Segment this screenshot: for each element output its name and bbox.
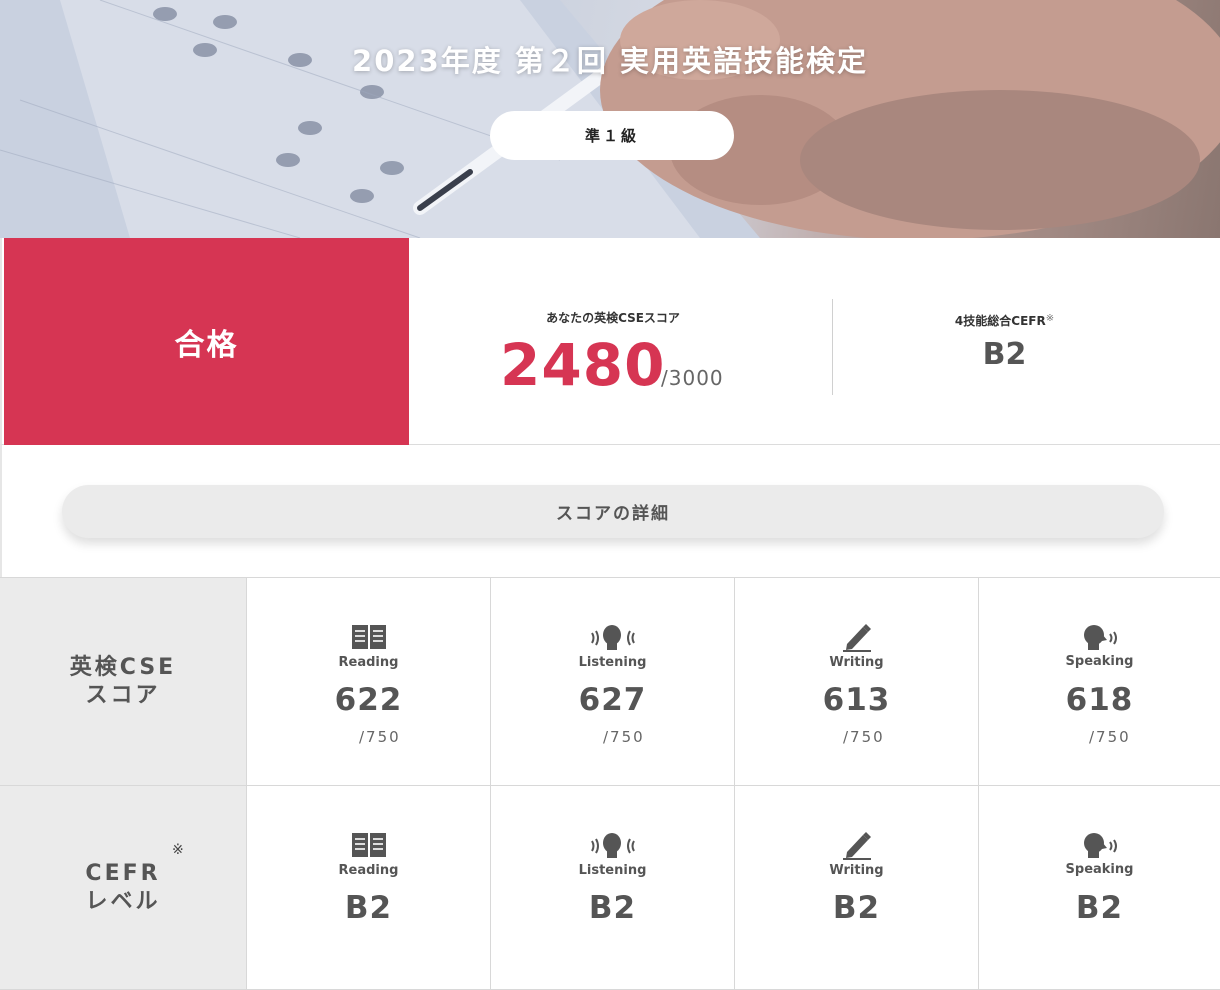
cefr-row-label-line1: CEFR: [85, 860, 161, 886]
total-score-block: あなたの英検CSEスコア 2480 /3000: [410, 238, 832, 445]
total-score-label: あなたの英検CSEスコア: [546, 311, 680, 325]
cse-cell-listening: Listening 627 /750: [491, 578, 735, 786]
skill-score-max: /750: [1089, 728, 1131, 746]
skill-score-max: /750: [359, 728, 401, 746]
exam-title: 2023年度 第２回 実用英語技能検定: [352, 44, 868, 78]
book-icon: [247, 832, 490, 860]
speaking-head-icon: [979, 624, 1220, 652]
skill-label: Speaking: [1065, 862, 1134, 877]
cse-cell-writing: Writing 613 /750: [735, 578, 979, 786]
skill-score: 613: [822, 682, 891, 718]
cefr-cell-reading: Reading B2: [247, 786, 491, 990]
total-score-max: /3000: [661, 366, 724, 390]
book-icon: [247, 624, 490, 652]
skill-label: Writing: [829, 863, 884, 878]
cefr-row-header: ※ CEFR レベル: [0, 786, 247, 990]
cefr-row-label-line2: レベル: [85, 888, 161, 914]
cse-cell-speaking: Speaking 618 /750: [979, 578, 1220, 786]
pencil-icon: [735, 832, 978, 860]
skill-label: Listening: [578, 863, 647, 878]
cse-row-label-line2: スコア: [85, 682, 161, 708]
grade-badge: 準１級: [490, 111, 734, 160]
total-score-value: 2480: [500, 331, 666, 399]
hero-banner: 2023年度 第２回 実用英語技能検定 準１級: [0, 0, 1220, 238]
note-mark: ※: [1045, 313, 1055, 324]
score-table: 英検CSE スコア ※ CEFR レベル Reading 622 /750 Li…: [0, 577, 1220, 990]
skill-score: 622: [334, 682, 403, 718]
score-details-button[interactable]: スコアの詳細: [62, 485, 1164, 538]
skill-label: Listening: [578, 655, 647, 670]
cefr-cell-listening: Listening B2: [491, 786, 735, 990]
page-edge: [0, 445, 2, 577]
skill-label: Reading: [338, 863, 399, 878]
pass-status: 合格: [4, 238, 409, 445]
skill-label: Speaking: [1065, 654, 1134, 669]
skill-label: Reading: [338, 655, 399, 670]
cse-row-header: 英検CSE スコア: [0, 578, 247, 786]
skill-cefr: B2: [1075, 890, 1124, 926]
listening-head-icon: [491, 624, 734, 652]
skill-score: 618: [1065, 682, 1134, 718]
note-mark: ※: [172, 842, 187, 858]
cefr-cell-speaking: Speaking B2: [979, 786, 1220, 990]
skill-cefr: B2: [588, 890, 637, 926]
overall-cefr-block: 4技能総合CEFR※ B2: [833, 238, 1220, 445]
skill-score-max: /750: [843, 728, 885, 746]
skill-cefr: B2: [832, 890, 881, 926]
skill-score: 627: [578, 682, 647, 718]
speaking-head-icon: [979, 832, 1220, 860]
result-summary: 合格 あなたの英検CSEスコア 2480 /3000 4技能総合CEFR※ B2: [0, 238, 1220, 445]
overall-cefr-label: 4技能総合CEFR※: [954, 313, 1055, 328]
pencil-icon: [735, 624, 978, 652]
overall-cefr-value: B2: [982, 337, 1027, 372]
skill-cefr: B2: [344, 890, 393, 926]
cefr-cell-writing: Writing B2: [735, 786, 979, 990]
cse-row-label-line1: 英検CSE: [69, 654, 177, 680]
skill-score-max: /750: [603, 728, 645, 746]
skill-label: Writing: [829, 655, 884, 670]
cse-cell-reading: Reading 622 /750: [247, 578, 491, 786]
listening-head-icon: [491, 832, 734, 860]
